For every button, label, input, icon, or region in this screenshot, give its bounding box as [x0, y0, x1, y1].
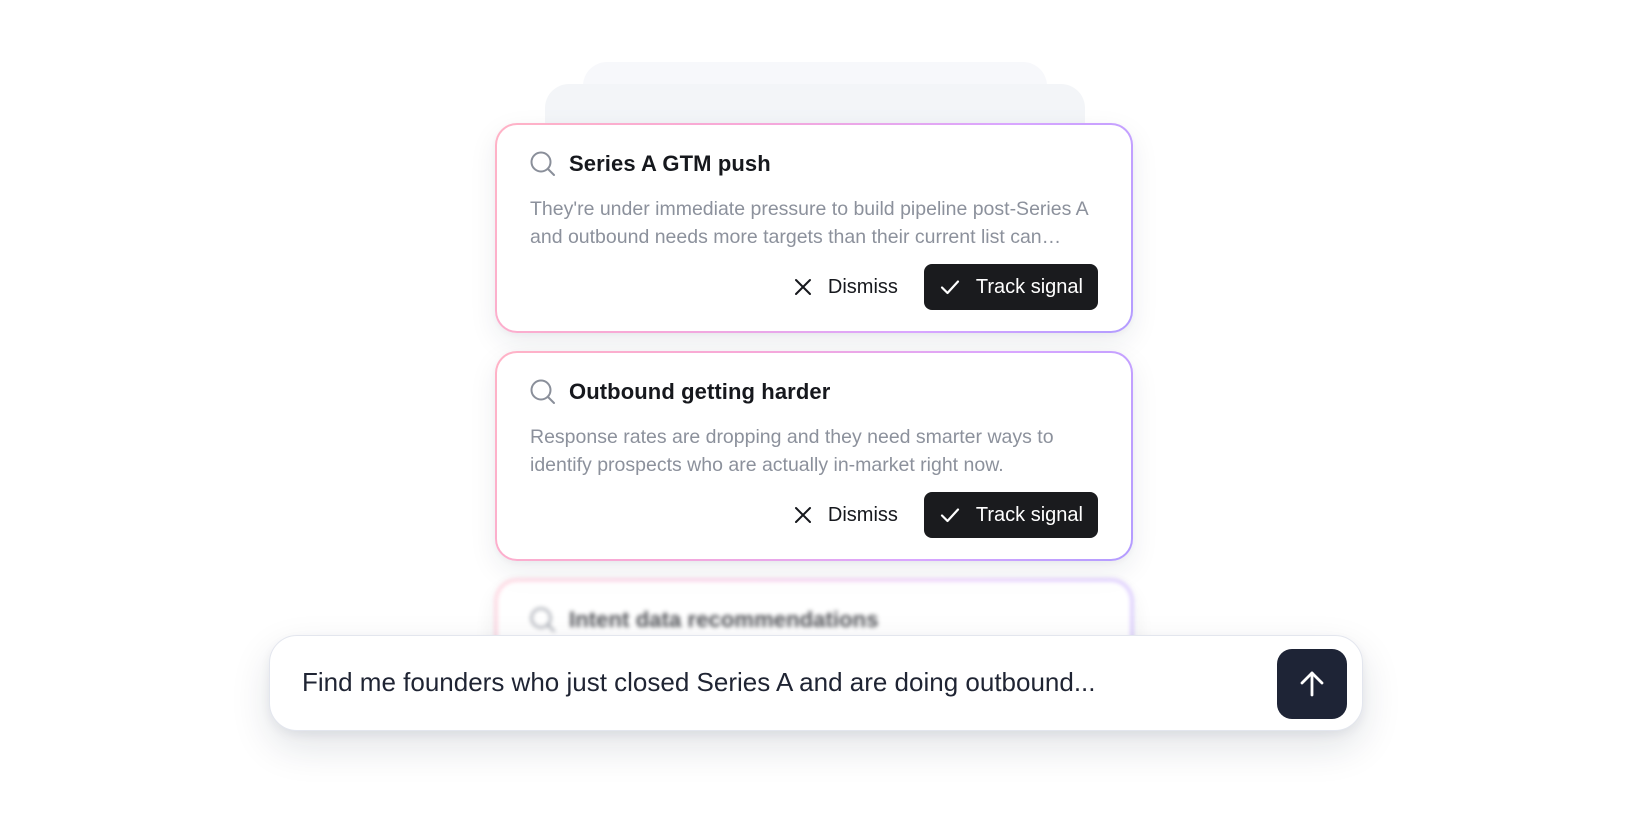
dismiss-button-label: Dismiss: [827, 503, 898, 526]
check-icon: [940, 508, 960, 523]
signal-card-title: Outbound getting harder: [569, 379, 831, 404]
search-icon: [530, 151, 555, 176]
signal-card-header: Outbound getting harder: [529, 378, 830, 406]
signal-card-description: Response rates are dropping and they nee…: [530, 426, 1054, 476]
send-button[interactable]: [1277, 649, 1347, 719]
search-icon: [530, 379, 555, 404]
signal-card-actions: Dismiss Track signal: [776, 492, 1098, 538]
arrow-up-icon: [1300, 671, 1324, 697]
search-icon: [530, 607, 555, 632]
close-icon: [794, 507, 811, 523]
close-icon: [794, 279, 811, 295]
signal-card: Series A GTM push They're under immediat…: [495, 123, 1133, 333]
track-signal-button[interactable]: Track signal: [923, 264, 1098, 310]
prompt-input[interactable]: [302, 636, 1262, 729]
dismiss-button-label: Dismiss: [827, 275, 898, 298]
signal-card-title: Series A GTM push: [569, 151, 771, 176]
prompt-composer: [269, 635, 1363, 731]
track-signal-button-label: Track signal: [975, 503, 1083, 526]
check-icon: [940, 280, 960, 295]
track-signal-button[interactable]: Track signal: [923, 492, 1098, 538]
signal-card-header: Intent data recommendations: [529, 606, 879, 634]
signal-card-title: Intent data recommendations: [569, 607, 879, 632]
dismiss-button[interactable]: Dismiss: [776, 492, 916, 538]
dismiss-button[interactable]: Dismiss: [776, 264, 916, 310]
track-signal-button-label: Track signal: [975, 275, 1083, 298]
signal-card-actions: Dismiss Track signal: [776, 264, 1098, 310]
signal-card-header: Series A GTM push: [529, 150, 771, 178]
signal-card: Outbound getting harder Response rates a…: [495, 351, 1133, 561]
signal-card-description: They're under immediate pressure to buil…: [530, 198, 1088, 248]
